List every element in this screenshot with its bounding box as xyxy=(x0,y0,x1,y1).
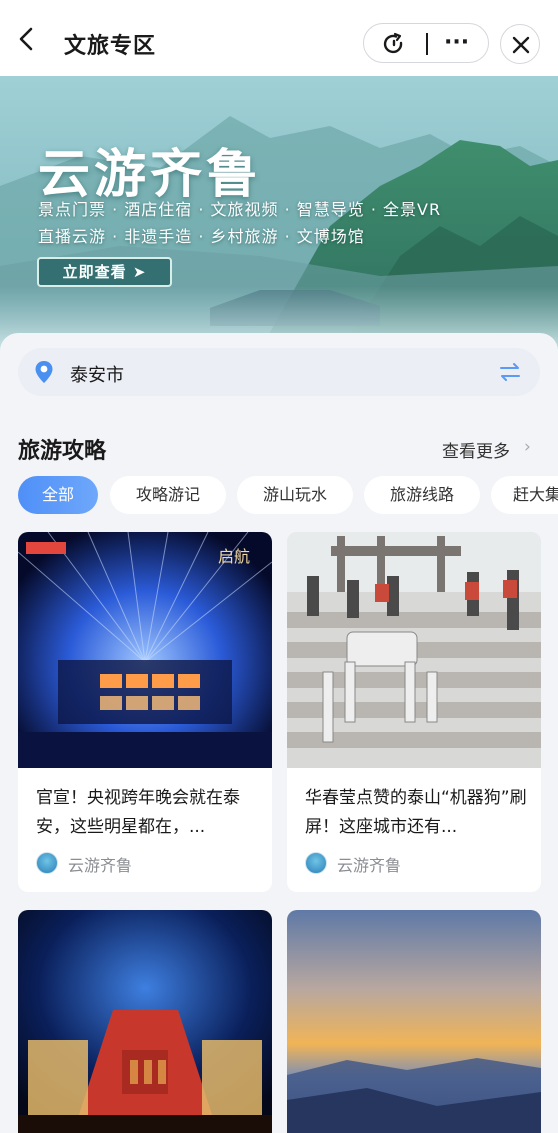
page-title: 文旅专区 xyxy=(64,34,157,59)
more-icon[interactable]: ··· xyxy=(444,32,472,56)
author-avatar xyxy=(36,852,58,874)
switch-city-icon[interactable] xyxy=(498,360,522,384)
chip-all[interactable]: 全部 xyxy=(18,476,98,514)
view-now-button[interactable]: 立即查看 ➤ xyxy=(37,257,172,287)
post-card[interactable]: 启航 官宣！央视跨年晚会就在泰安，这些明星都在，... 云游齐鲁 xyxy=(18,532,272,892)
chip-routes[interactable]: 旅游线路 xyxy=(364,476,480,514)
post-image xyxy=(18,910,272,1133)
promo-banner[interactable]: 云游齐鲁 景点门票 · 酒店住宿 · 文旅视频 · 智慧导览 · 全景VR 直播… xyxy=(0,76,558,350)
chip-market[interactable]: 赶大集 xyxy=(491,476,558,514)
section-title: 旅游攻略 xyxy=(18,439,107,464)
post-title: 华春莹点赞的泰山“机器狗”刷屏！这座城市还有... xyxy=(305,788,527,837)
mini-program-capsule: ··· xyxy=(363,23,489,63)
chip-travel-notes[interactable]: 攻略游记 xyxy=(110,476,226,514)
author-name: 云游齐鲁 xyxy=(68,856,133,875)
banner-services-line-1: 景点门票 · 酒店住宿 · 文旅视频 · 智慧导览 · 全景VR xyxy=(38,200,442,219)
city-name: 泰安市 xyxy=(70,365,124,386)
post-image xyxy=(287,532,541,768)
post-title: 官宣！央视跨年晚会就在泰安，这些明星都在，... xyxy=(36,788,240,837)
view-more-link[interactable]: 查看更多 xyxy=(442,437,510,462)
banner-services-line-2: 直播云游 · 非遗手造 · 乡村旅游 · 文博场馆 xyxy=(38,227,365,246)
author-avatar xyxy=(305,852,327,874)
top-bar: 文旅专区 ··· xyxy=(0,0,558,76)
capsule-divider xyxy=(426,33,428,55)
refresh-icon[interactable] xyxy=(382,32,406,56)
author-name: 云游齐鲁 xyxy=(337,856,402,875)
back-icon[interactable] xyxy=(14,26,40,52)
location-pin-icon xyxy=(35,361,53,383)
chip-sightseeing[interactable]: 游山玩水 xyxy=(237,476,353,514)
post-card[interactable] xyxy=(287,910,541,1133)
chevron-right-icon[interactable]: › xyxy=(524,437,531,457)
close-button[interactable] xyxy=(500,24,540,64)
post-image: 启航 xyxy=(18,532,272,768)
post-image xyxy=(287,910,541,1133)
city-selector[interactable]: 泰安市 xyxy=(18,348,540,396)
post-card[interactable] xyxy=(18,910,272,1133)
close-icon xyxy=(512,36,530,54)
svg-text:启航: 启航 xyxy=(218,547,250,566)
post-card[interactable]: 华春莹点赞的泰山“机器狗”刷屏！这座城市还有... 云游齐鲁 xyxy=(287,532,541,892)
